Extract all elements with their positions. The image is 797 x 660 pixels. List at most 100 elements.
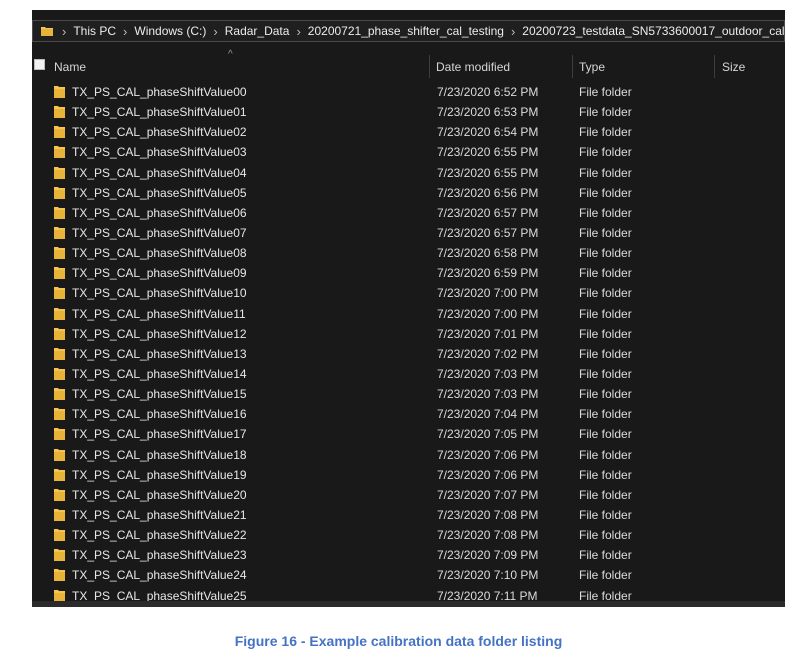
file-type: File folder	[579, 165, 632, 180]
list-item[interactable]: TX_PS_CAL_phaseShiftValue03 7/23/2020 6:5…	[32, 142, 785, 162]
list-item[interactable]: TX_PS_CAL_phaseShiftValue15 7/23/2020 7:0…	[32, 384, 785, 404]
file-type: File folder	[579, 105, 632, 120]
sort-up-caret-icon: ^	[228, 49, 233, 60]
list-item[interactable]: TX_PS_CAL_phaseShiftValue20 7/23/2020 7:0…	[32, 485, 785, 505]
column-divider[interactable]	[429, 55, 430, 78]
list-item[interactable]: TX_PS_CAL_phaseShiftValue10 7/23/2020 7:0…	[32, 283, 785, 303]
list-item[interactable]: TX_PS_CAL_phaseShiftValue18 7/23/2020 7:0…	[32, 445, 785, 465]
file-date-modified: 7/23/2020 7:04 PM	[437, 407, 539, 422]
column-header-type[interactable]: Type	[579, 60, 605, 74]
file-date-modified: 7/23/2020 7:00 PM	[437, 286, 539, 301]
chevron-right-icon[interactable]: ›	[123, 25, 127, 38]
column-divider[interactable]	[714, 55, 715, 78]
folder-icon	[54, 307, 65, 320]
folder-icon	[54, 569, 65, 582]
file-date-modified: 7/23/2020 7:10 PM	[437, 568, 539, 583]
folder-icon	[54, 388, 65, 401]
file-date-modified: 7/23/2020 6:53 PM	[437, 105, 539, 120]
folder-icon	[54, 267, 65, 280]
column-divider[interactable]	[572, 55, 573, 78]
file-name: TX_PS_CAL_phaseShiftValue12	[72, 326, 247, 341]
column-header-date-modified[interactable]: Date modified	[436, 60, 510, 74]
list-item[interactable]: TX_PS_CAL_phaseShiftValue08 7/23/2020 6:5…	[32, 243, 785, 263]
list-item[interactable]: TX_PS_CAL_phaseShiftValue02 7/23/2020 6:5…	[32, 122, 785, 142]
list-item[interactable]: TX_PS_CAL_phaseShiftValue21 7/23/2020 7:0…	[32, 505, 785, 525]
file-name: TX_PS_CAL_phaseShiftValue13	[72, 346, 247, 361]
list-item[interactable]: TX_PS_CAL_phaseShiftValue09 7/23/2020 6:5…	[32, 263, 785, 283]
file-type: File folder	[579, 548, 632, 563]
folder-icon	[41, 27, 53, 36]
folder-icon	[54, 166, 65, 179]
file-type: File folder	[579, 205, 632, 220]
file-date-modified: 7/23/2020 7:06 PM	[437, 467, 539, 482]
file-name: TX_PS_CAL_phaseShiftValue00	[72, 85, 247, 99]
horizontal-scrollbar[interactable]	[32, 601, 785, 607]
file-date-modified: 7/23/2020 6:57 PM	[437, 225, 539, 240]
file-type: File folder	[579, 528, 632, 543]
file-name: TX_PS_CAL_phaseShiftValue10	[72, 286, 247, 301]
file-date-modified: 7/23/2020 7:08 PM	[437, 528, 539, 543]
list-item[interactable]: TX_PS_CAL_phaseShiftValue19 7/23/2020 7:0…	[32, 465, 785, 485]
select-all-checkbox[interactable]	[34, 59, 45, 70]
list-item[interactable]: TX_PS_CAL_phaseShiftValue24 7/23/2020 7:1…	[32, 565, 785, 585]
list-item[interactable]: TX_PS_CAL_phaseShiftValue05 7/23/2020 6:5…	[32, 183, 785, 203]
list-item[interactable]: TX_PS_CAL_phaseShiftValue13 7/23/2020 7:0…	[32, 344, 785, 364]
folder-icon	[54, 428, 65, 441]
folder-icon	[54, 408, 65, 421]
file-date-modified: 7/23/2020 6:56 PM	[437, 185, 539, 200]
folder-icon	[54, 186, 65, 199]
column-header-size[interactable]: Size	[722, 60, 745, 74]
folder-icon	[54, 287, 65, 300]
address-bar[interactable]: › This PC › Windows (C:) › Radar_Data › 2020072…	[32, 20, 785, 42]
list-item[interactable]: TX_PS_CAL_phaseShiftValue23 7/23/2020 7:0…	[32, 545, 785, 565]
file-date-modified: 7/23/2020 7:09 PM	[437, 548, 539, 563]
file-type: File folder	[579, 387, 632, 402]
list-item[interactable]: TX_PS_CAL_phaseShiftValue04 7/23/2020 6:5…	[32, 163, 785, 183]
breadcrumb-item[interactable]: 20200721_phase_shifter_cal_testing	[308, 24, 504, 38]
breadcrumb-item[interactable]: Radar_Data	[225, 24, 290, 38]
list-item[interactable]: TX_PS_CAL_phaseShiftValue06 7/23/2020 6:5…	[32, 203, 785, 223]
file-type: File folder	[579, 447, 632, 462]
figure-caption: Figure 16 - Example calibration data fol…	[234, 633, 563, 649]
chevron-right-icon[interactable]: ›	[62, 25, 66, 38]
file-date-modified: 7/23/2020 6:59 PM	[437, 266, 539, 281]
file-date-modified: 7/23/2020 6:55 PM	[437, 165, 539, 180]
list-item[interactable]: TX_PS_CAL_phaseShiftValue17 7/23/2020 7:0…	[32, 424, 785, 444]
file-type: File folder	[579, 346, 632, 361]
chevron-right-icon[interactable]: ›	[296, 25, 300, 38]
list-item[interactable]: TX_PS_CAL_phaseShiftValue14 7/23/2020 7:0…	[32, 364, 785, 384]
file-date-modified: 7/23/2020 7:03 PM	[437, 387, 539, 402]
breadcrumb-item[interactable]: Windows (C:)	[134, 24, 206, 38]
file-name: TX_PS_CAL_phaseShiftValue01	[72, 105, 247, 120]
chevron-right-icon[interactable]: ›	[213, 25, 217, 38]
folder-icon	[54, 226, 65, 239]
file-name: TX_PS_CAL_phaseShiftValue11	[72, 306, 246, 321]
list-item[interactable]: TX_PS_CAL_phaseShiftValue16 7/23/2020 7:0…	[32, 404, 785, 424]
file-type: File folder	[579, 467, 632, 482]
list-item[interactable]: TX_PS_CAL_phaseShiftValue11 7/23/2020 7:0…	[32, 304, 785, 324]
column-header-name[interactable]: Name	[54, 60, 86, 74]
file-name: TX_PS_CAL_phaseShiftValue21	[72, 507, 247, 522]
file-date-modified: 7/23/2020 7:07 PM	[437, 487, 539, 502]
list-item[interactable]: TX_PS_CAL_phaseShiftValue07 7/23/2020 6:5…	[32, 223, 785, 243]
list-item[interactable]: TX_PS_CAL_phaseShiftValue00 7/23/2020 6:5…	[32, 82, 785, 102]
folder-icon	[54, 468, 65, 481]
chevron-right-icon[interactable]: ›	[511, 25, 515, 38]
file-name: TX_PS_CAL_phaseShiftValue06	[72, 205, 247, 220]
file-name: TX_PS_CAL_phaseShiftValue16	[72, 407, 247, 422]
folder-icon	[54, 488, 65, 501]
file-date-modified: 7/23/2020 7:05 PM	[437, 427, 539, 442]
breadcrumb-item[interactable]: This PC	[73, 24, 116, 38]
folder-icon	[54, 86, 65, 98]
file-type: File folder	[579, 145, 632, 160]
breadcrumb-item[interactable]: 20200723_testdata_SN5733600017_outdoor_c…	[522, 24, 784, 38]
file-date-modified: 7/23/2020 6:54 PM	[437, 125, 539, 140]
list-item[interactable]: TX_PS_CAL_phaseShiftValue01 7/23/2020 6:5…	[32, 102, 785, 122]
file-name: TX_PS_CAL_phaseShiftValue09	[72, 266, 247, 281]
file-date-modified: 7/23/2020 7:06 PM	[437, 447, 539, 462]
file-type: File folder	[579, 326, 632, 341]
list-item[interactable]: TX_PS_CAL_phaseShiftValue22 7/23/2020 7:0…	[32, 525, 785, 545]
list-item[interactable]: TX_PS_CAL_phaseShiftValue12 7/23/2020 7:0…	[32, 324, 785, 344]
folder-icon	[54, 508, 65, 521]
folder-icon	[54, 529, 65, 542]
